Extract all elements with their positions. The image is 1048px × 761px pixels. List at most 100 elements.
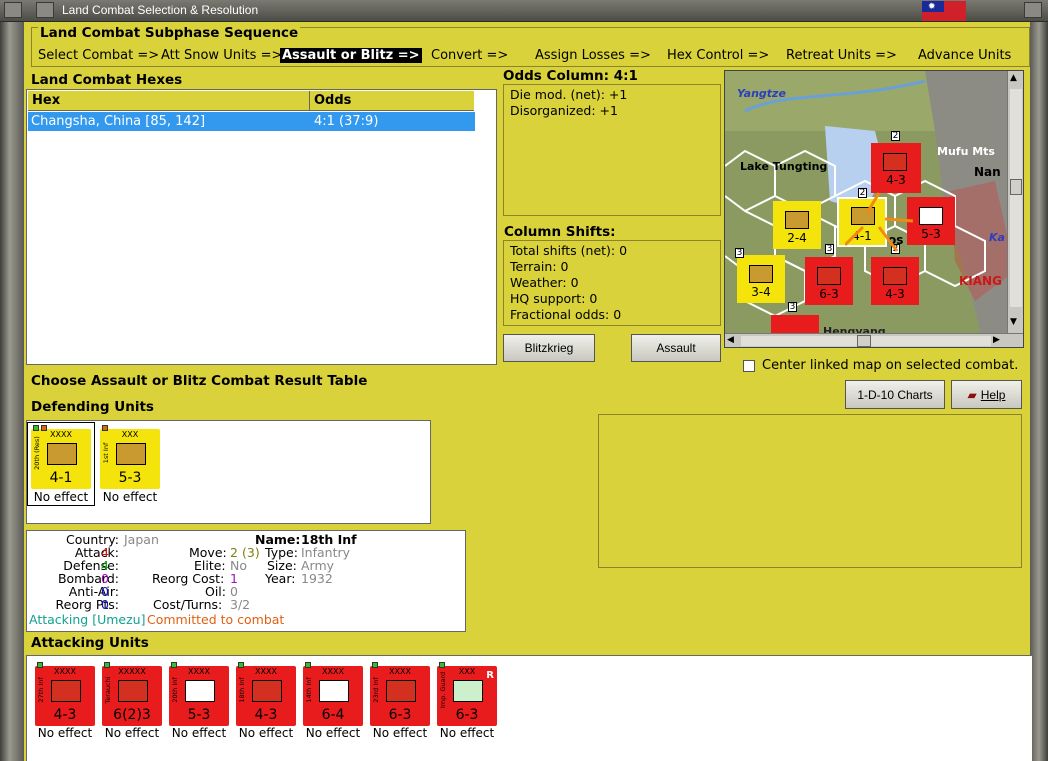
unit-symbol-icon (453, 680, 483, 702)
map-label-ka: Ka (989, 231, 1005, 244)
attacking-title: Attacking Units (31, 635, 149, 651)
step-assault-or-blitz[interactable]: Assault or Blitz => (280, 48, 422, 63)
stack-count: 2 (891, 131, 900, 141)
scroll-up-icon[interactable]: ▲ (1010, 73, 1017, 83)
unit-symbol-icon (319, 680, 349, 702)
column-header-odds[interactable]: Odds (310, 91, 474, 111)
hexes-table: Hex Odds Changsha, China [85, 142] 4:1 (… (26, 89, 497, 365)
unit-symbol-icon (185, 680, 215, 702)
odds-panel: Die mod. (net): +1 Disorganized: +1 (503, 84, 721, 216)
odds-cell: 4:1 (37:9) (314, 114, 379, 129)
attacker-result: No effect (37, 726, 93, 740)
fractional-odds-text: Fractional odds: 0 (510, 307, 622, 322)
window-title: Land Combat Selection & Resolution (62, 3, 259, 17)
table-row[interactable]: Changsha, China [85, 142] 4:1 (37:9) (28, 112, 475, 131)
map-counter[interactable]: 3-4 (737, 255, 785, 303)
china-flag-icon: ✹ (922, 1, 966, 21)
unit-symbol-icon (118, 680, 148, 702)
center-map-checkbox[interactable] (743, 360, 755, 372)
unit-symbol-icon (47, 443, 77, 465)
minimize-icon[interactable] (36, 2, 54, 18)
map-counter[interactable]: 6-3 (805, 257, 853, 305)
help-button[interactable]: ▰ Help (951, 380, 1022, 409)
stack-count: 3 (735, 248, 744, 258)
odds-title: Odds Column: 4:1 (503, 68, 638, 84)
center-map-label: Center linked map on selected combat. (762, 358, 1019, 373)
die-mod-text: Die mod. (net): +1 (510, 87, 628, 102)
weather-text: Weather: 0 (510, 275, 579, 290)
map-label-kiang: KIANG (959, 274, 1002, 288)
defending-title: Defending Units (31, 399, 154, 415)
step-select-combat[interactable]: Select Combat => (38, 48, 159, 63)
terrain-text: Terrain: 0 (510, 259, 569, 274)
column-header-hex[interactable]: Hex (28, 91, 310, 111)
defender-unit[interactable]: XXXX 20th (Res) 4-1 (31, 425, 91, 489)
book-icon: ▰ (967, 387, 977, 402)
system-menu-icon[interactable] (4, 2, 22, 18)
blitzkrieg-button[interactable]: Blitzkrieg (503, 334, 595, 362)
attacker-result: No effect (104, 726, 160, 740)
attacker-result: No effect (372, 726, 428, 740)
step-att-snow-units[interactable]: Att Snow Units => (161, 48, 282, 63)
status-attacking: Attacking [Umezu] (29, 612, 146, 627)
step-convert[interactable]: Convert => (431, 48, 508, 63)
shifts-panel: Total shifts (net): 0 Terrain: 0 Weather… (503, 240, 721, 326)
map-label-mufu-mts: Mufu Mts (937, 145, 995, 158)
attacker-unit[interactable]: XXXX 27th Inf 4-3 (35, 662, 95, 726)
assault-button[interactable]: Assault (631, 334, 721, 362)
disorganized-text: Disorganized: +1 (510, 103, 618, 118)
map-label-nan: Nan (974, 165, 1001, 179)
hex-cell: Changsha, China [85, 142] (31, 114, 206, 129)
defender-result: No effect (33, 490, 89, 504)
scroll-down-icon[interactable]: ▼ (1010, 317, 1017, 327)
attacker-unit[interactable]: XXXX 20th Inf 5-3 (169, 662, 229, 726)
attacker-unit[interactable]: XXXX 18th Inf 4-3 (236, 662, 296, 726)
charts-button[interactable]: 1-D-10 Charts (845, 380, 945, 409)
unit-symbol-icon (386, 680, 416, 702)
defending-panel: XXXX 20th (Res) 4-1 No effect XXX 1st In… (26, 420, 431, 524)
defender-unit[interactable]: XXX 1st Inf 5-3 (100, 425, 160, 489)
subphase-title: Land Combat Subphase Sequence (38, 25, 301, 41)
map-horizontal-scrollbar[interactable]: ◀ ▶ (725, 333, 1023, 347)
reserve-flag: R (486, 670, 494, 681)
unit-symbol-icon (252, 680, 282, 702)
step-assign-losses[interactable]: Assign Losses => (535, 48, 651, 63)
attacker-result: No effect (439, 726, 495, 740)
step-retreat-units[interactable]: Retreat Units => (786, 48, 897, 63)
scroll-left-icon[interactable]: ◀ (727, 335, 734, 345)
unit-symbol-icon (116, 443, 146, 465)
attacker-unit[interactable]: XXXXX Terauchi 6(2)3 (102, 662, 162, 726)
map-counter[interactable]: 4-3 (871, 257, 919, 305)
title-bar: Land Combat Selection & Resolution ✹ (0, 0, 1048, 22)
attacker-result: No effect (171, 726, 227, 740)
attacker-unit[interactable]: XXX Imp. Guard 6-3 R (437, 662, 497, 726)
attacker-unit[interactable]: XXXX 23rd Inf 6-3 (370, 662, 430, 726)
attacking-panel: XXXX 27th Inf 4-3 No effect XXXXX Terauchi 6(2… (26, 655, 1032, 761)
shifts-title: Column Shifts: (504, 224, 616, 240)
step-advance-units[interactable]: Advance Units (918, 48, 1011, 63)
total-shifts-text: Total shifts (net): 0 (510, 243, 628, 258)
unit-info-panel: Country: Japan Attack: 4 Defense: 4 Bomb… (26, 530, 466, 632)
left-frame (0, 22, 24, 761)
attack-arrows-icon (845, 192, 914, 252)
map-counter[interactable]: 2-4 (773, 201, 821, 249)
map-hscroll-thumb[interactable] (857, 335, 871, 347)
stack-count: 3 (788, 302, 797, 312)
attacker-result: No effect (238, 726, 294, 740)
map-label-yangtze: Yangtze (737, 87, 786, 100)
attacker-unit[interactable]: XXXX 14th Inf 6-4 (303, 662, 363, 726)
linked-map[interactable]: Yangtze Lake Tungting Mufu Mts Nan Ka KI… (724, 70, 1024, 348)
close-icon[interactable] (1024, 2, 1042, 18)
scroll-right-icon[interactable]: ▶ (993, 335, 1000, 345)
status-committed: Committed to combat (147, 612, 285, 627)
map-vscroll-thumb[interactable] (1010, 179, 1022, 195)
map-vertical-scrollbar[interactable]: ▲ ▼ (1007, 71, 1023, 333)
map-counter[interactable]: 4-3 (871, 143, 921, 193)
right-frame (1030, 22, 1048, 761)
hexes-title: Land Combat Hexes (31, 72, 183, 88)
combat-result-panel (598, 414, 1022, 568)
defender-result: No effect (102, 490, 158, 504)
stack-count: 3 (825, 244, 834, 254)
hq-support-text: HQ support: 0 (510, 291, 598, 306)
step-hex-control[interactable]: Hex Control => (667, 48, 769, 63)
